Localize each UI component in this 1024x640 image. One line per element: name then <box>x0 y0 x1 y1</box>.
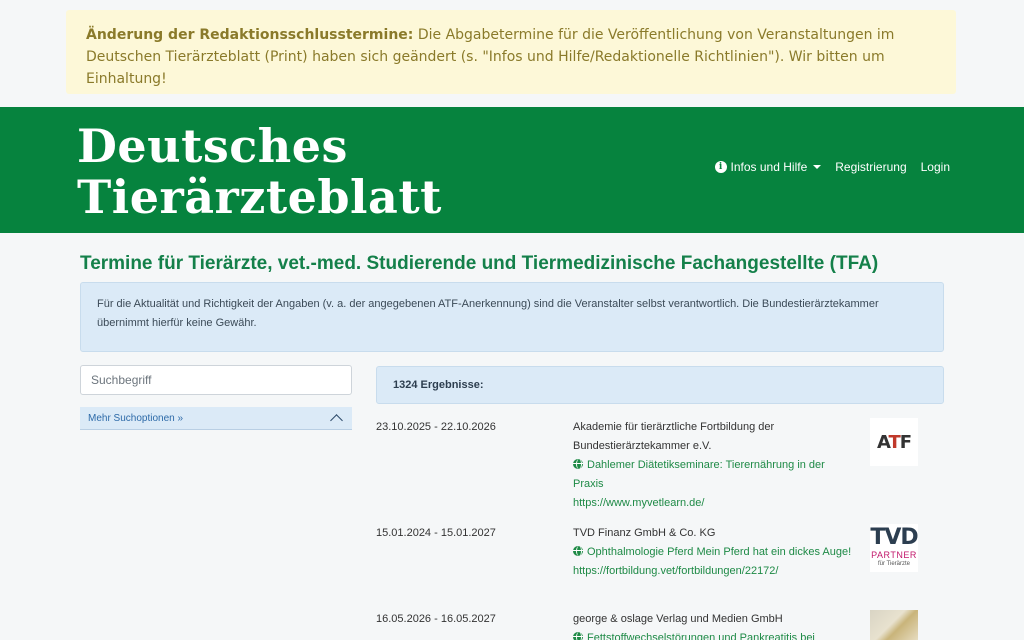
notice-heading: Änderung der Redaktionsschlusstermine: <box>86 27 414 43</box>
atf-logo: ATF <box>870 418 918 466</box>
tvd-partner-logo: TVD PARTNER für Tierärzte <box>870 524 919 572</box>
deadline-notice: Änderung der Redaktionsschlusstermine: D… <box>66 10 956 94</box>
nav-info-label: Infos und Hilfe <box>730 160 808 174</box>
chevron-up-icon <box>330 414 343 427</box>
site-logo[interactable]: Deutsches Tierärzteblatt <box>77 121 442 223</box>
logo-line-1: Deutsches <box>77 119 348 173</box>
result-title-link[interactable]: Ophthalmologie Pferd Mein Pferd hat ein … <box>573 543 853 562</box>
result-body: Akademie für tierärztliche Fortbildung d… <box>573 418 853 513</box>
more-options-label: Mehr Suchoptionen » <box>88 412 184 424</box>
tvd-logo-partner: PARTNER <box>871 550 917 560</box>
more-search-options-toggle[interactable]: Mehr Suchoptionen » <box>80 407 352 430</box>
tvd-logo-sub: für Tierärzte <box>877 561 910 567</box>
result-url-link[interactable]: https://fortbildung.vet/fortbildungen/22… <box>573 562 853 581</box>
results-count: 1324 Ergebnisse: <box>376 366 944 404</box>
nav-register-link[interactable]: Registrierung <box>835 160 906 174</box>
search-input[interactable] <box>80 365 352 395</box>
atf-logo-text: ATF <box>876 431 912 453</box>
result-body: TVD Finanz GmbH & Co. KG Ophthalmologie … <box>573 524 853 581</box>
globe-icon <box>573 546 583 556</box>
result-date: 23.10.2025 - 22.10.2026 <box>376 421 496 433</box>
nav-info-dropdown[interactable]: i Infos und Hilfe <box>714 160 822 174</box>
main-nav: i Infos und Hilfe Registrierung Login <box>714 160 950 174</box>
info-icon: i <box>714 161 727 173</box>
globe-icon <box>573 459 583 469</box>
result-url-link[interactable]: https://www.myvetlearn.de/ <box>573 494 853 513</box>
result-title: Dahlemer Diätetikseminare: Tierernährung… <box>573 459 825 490</box>
page-title: Termine für Tierärzte, vet.-med. Studier… <box>80 253 879 274</box>
tvd-logo-mark: TVD <box>870 525 918 550</box>
result-date: 16.05.2026 - 16.05.2027 <box>376 613 496 625</box>
result-organizer: TVD Finanz GmbH & Co. KG <box>573 527 716 539</box>
result-body: george & oslage Verlag und Medien GmbH F… <box>573 610 853 640</box>
disclaimer-box: Für die Aktualität und Richtigkeit der A… <box>80 282 944 352</box>
result-organizer: Akademie für tierärztliche Fortbildung d… <box>573 421 775 452</box>
site-header: Deutsches Tierärzteblatt i Infos und Hil… <box>0 107 1024 233</box>
result-date: 15.01.2024 - 15.01.2027 <box>376 527 496 539</box>
globe-icon <box>573 632 583 640</box>
result-title: Ophthalmologie Pferd Mein Pferd hat ein … <box>587 546 852 558</box>
nav-login-link[interactable]: Login <box>921 160 950 174</box>
result-item: 23.10.2025 - 22.10.2026 Akademie für tie… <box>376 418 944 514</box>
result-title-link[interactable]: Fettstoffwechselstörungen und Pankreatit… <box>573 629 853 640</box>
logo-line-2: Tierärzteblatt <box>77 170 442 224</box>
result-item: 16.05.2026 - 16.05.2027 george & oslage … <box>376 610 944 640</box>
caret-down-icon <box>813 165 822 169</box>
organizer-logo-image <box>870 610 918 640</box>
result-title: Fettstoffwechselstörungen und Pankreatit… <box>587 632 815 640</box>
result-item: 15.01.2024 - 15.01.2027 TVD Finanz GmbH … <box>376 524 944 600</box>
result-organizer: george & oslage Verlag und Medien GmbH <box>573 613 783 625</box>
result-title-link[interactable]: Dahlemer Diätetikseminare: Tierernährung… <box>573 456 853 494</box>
